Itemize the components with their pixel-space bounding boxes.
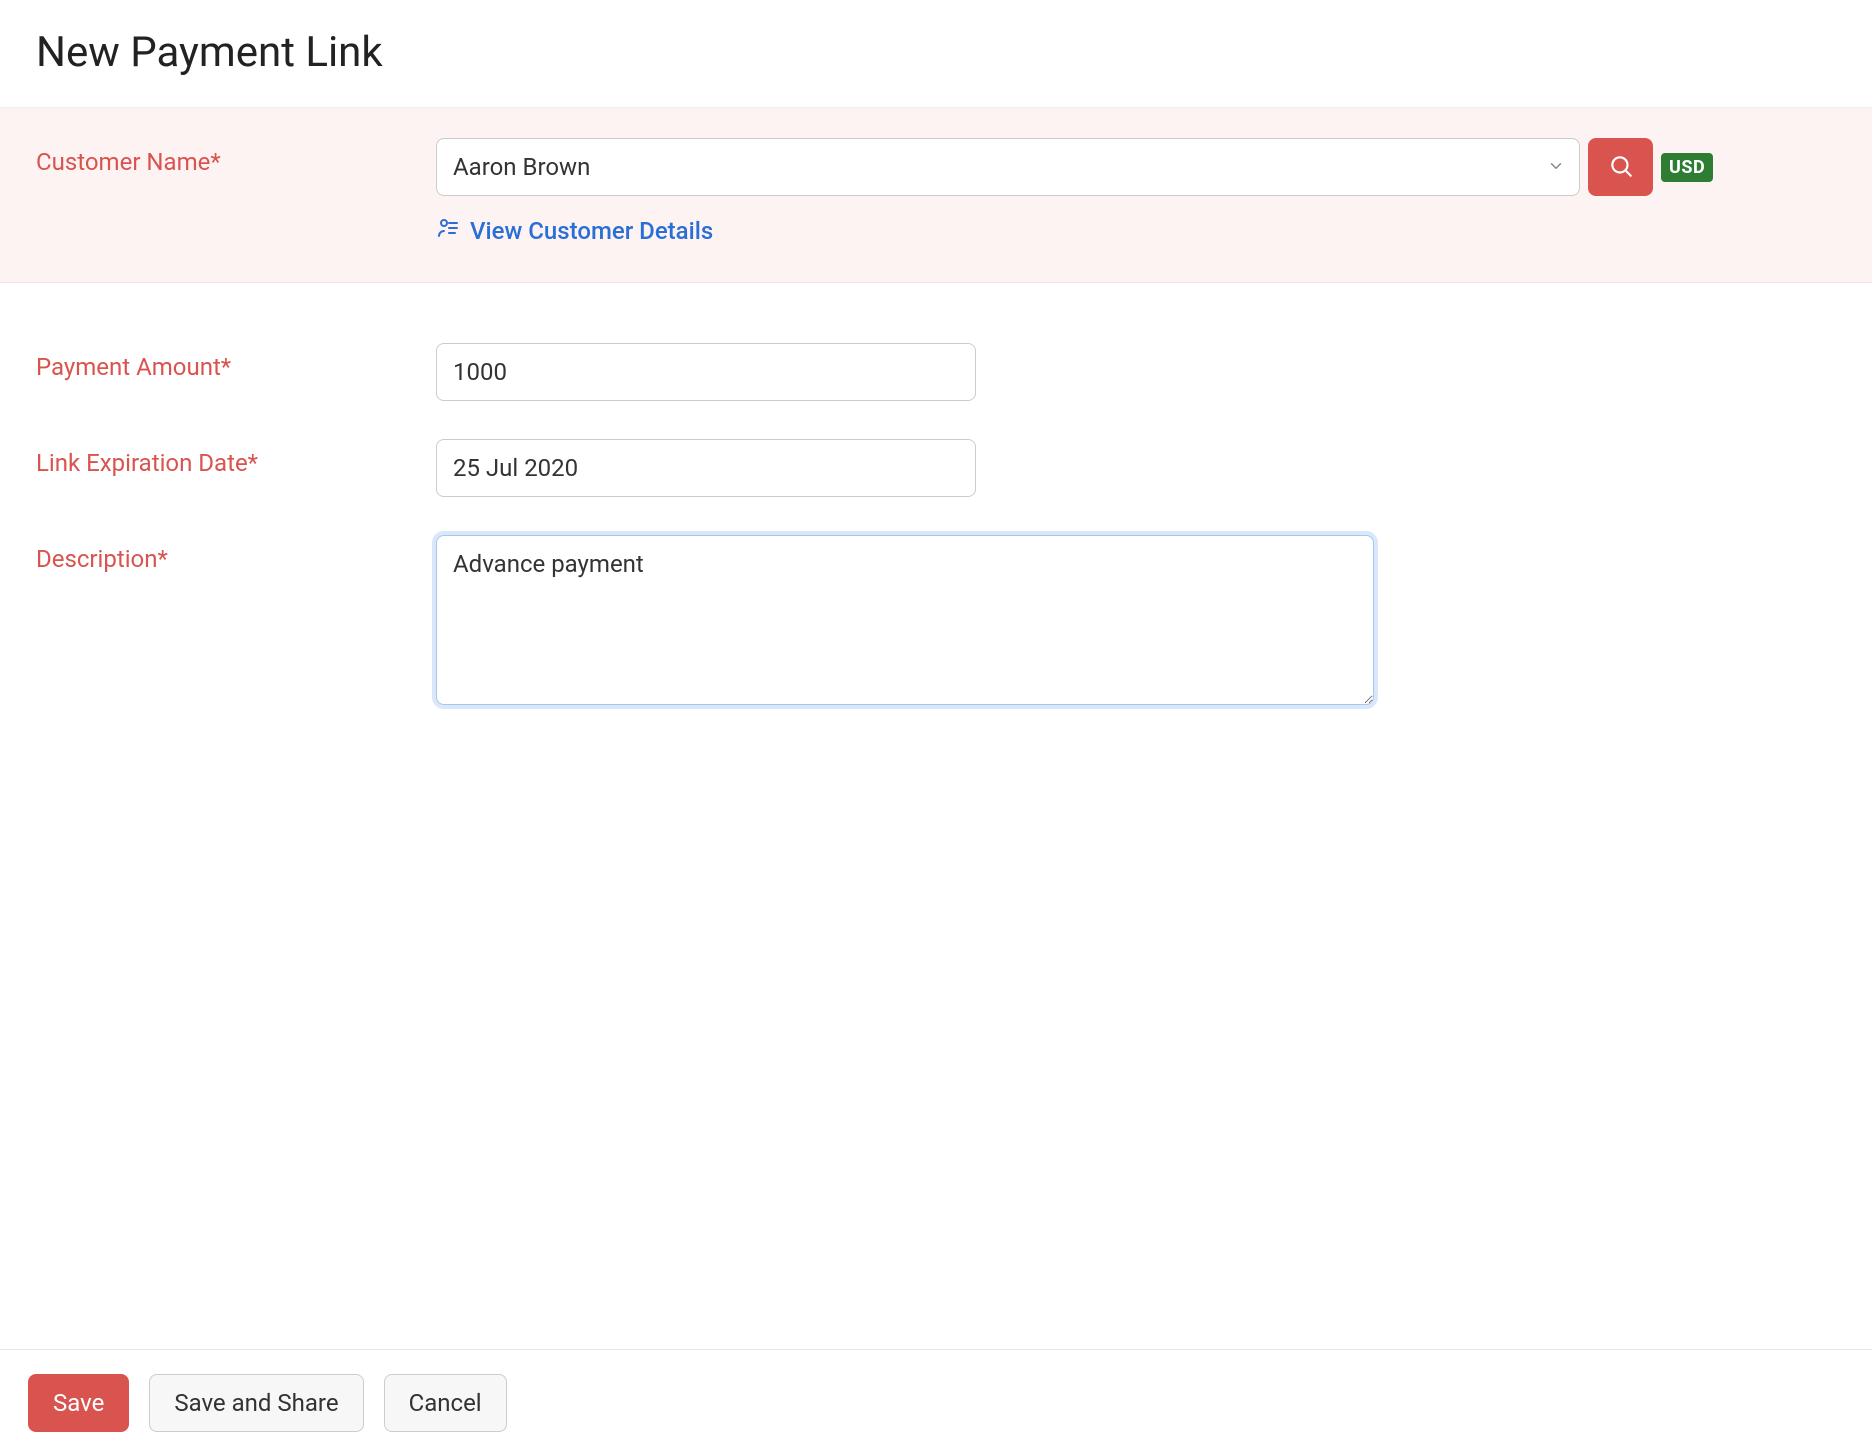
label-col: Payment Amount* [36,343,436,381]
link-expiration-input[interactable] [436,439,976,497]
view-customer-details-link[interactable]: View Customer Details [436,216,713,246]
label-col: Link Expiration Date* [36,439,436,477]
page-header: New Payment Link [0,0,1872,108]
payment-amount-label: Payment Amount* [36,353,231,381]
field-col: Aaron Brown USD [436,138,1836,246]
amount-row: Payment Amount* [36,343,1836,401]
label-col: Description* [36,535,436,573]
page-title: New Payment Link [36,28,1836,77]
description-label: Description* [36,545,168,573]
customer-search-button[interactable] [1588,138,1653,196]
customer-section: Customer Name* Aaron Brown US [0,108,1872,283]
page: New Payment Link Customer Name* Aaron Br… [0,0,1872,1456]
customer-row: Customer Name* Aaron Brown US [36,138,1836,246]
save-and-share-button[interactable]: Save and Share [149,1374,363,1432]
label-col: Customer Name* [36,138,436,176]
description-row: Description* [36,535,1836,709]
link-expiration-label: Link Expiration Date* [36,449,258,477]
field-col [436,343,1836,401]
footer: Save Save and Share Cancel [0,1349,1872,1456]
description-textarea[interactable] [436,535,1374,705]
person-details-icon [436,216,460,246]
expiration-row: Link Expiration Date* [36,439,1836,497]
customer-name-value: Aaron Brown [453,153,590,181]
chevron-down-icon [1547,153,1565,181]
search-icon [1608,153,1634,182]
field-col [436,535,1836,709]
customer-name-select[interactable]: Aaron Brown [436,138,1580,196]
customer-name-label: Customer Name* [36,148,221,176]
save-button[interactable]: Save [28,1374,129,1432]
field-col [436,439,1836,497]
cancel-button[interactable]: Cancel [384,1374,507,1432]
form-body: Payment Amount* Link Expiration Date* De… [0,283,1872,745]
payment-amount-input[interactable] [436,343,976,401]
customer-field-group: Aaron Brown USD [436,138,1836,196]
view-customer-details-label: View Customer Details [470,217,713,245]
currency-badge: USD [1661,153,1713,182]
